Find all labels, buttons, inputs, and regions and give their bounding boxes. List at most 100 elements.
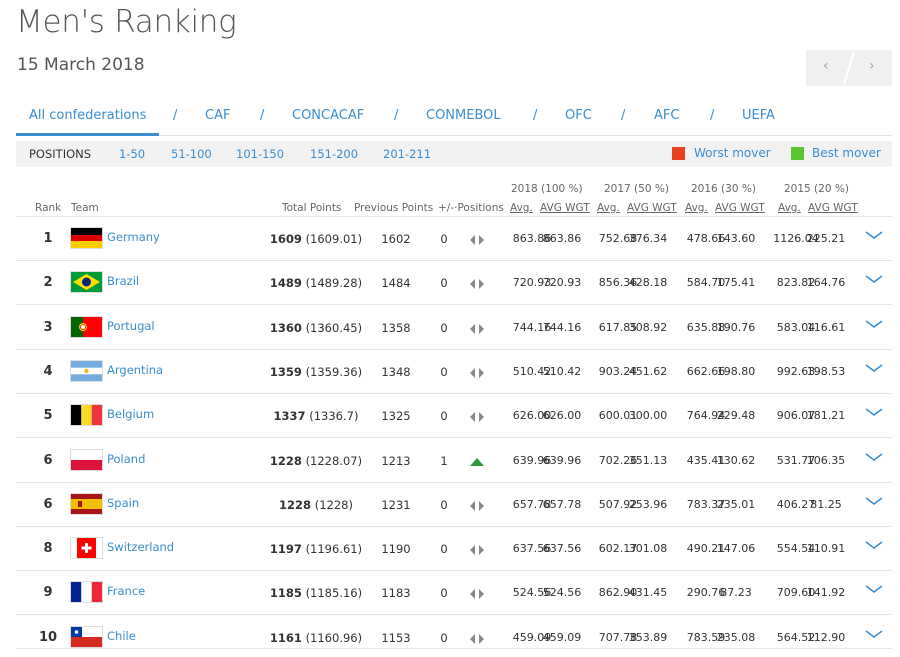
unchanged-icon bbox=[468, 231, 486, 250]
total-points-exact: (1160.96) bbox=[305, 630, 363, 645]
previous-date-button[interactable]: ‹ bbox=[823, 58, 829, 74]
team-link[interactable]: France bbox=[107, 584, 145, 598]
previous-points: 1348 bbox=[381, 364, 411, 379]
expand-row-chevron-down-icon[interactable] bbox=[864, 270, 884, 289]
positions-bar: POSITIONS 1-50 51-100 101-150 151-200 20… bbox=[16, 141, 892, 167]
team-link[interactable]: Brazil bbox=[107, 274, 139, 288]
range-1-50[interactable]: 1-50 bbox=[119, 147, 145, 161]
belgium-flag-icon bbox=[71, 405, 102, 426]
year-value: 116.61 bbox=[806, 320, 846, 334]
worst-mover-swatch bbox=[672, 147, 685, 160]
table-row[interactable]: 6 Spain 1228 (1228) 1231 0 657.78 657.78 507.92… bbox=[16, 483, 892, 527]
table-row[interactable]: 5 Belgium 1337 (1336.7) 1325 0 626.00 626.00 60… bbox=[16, 394, 892, 439]
tab-separator: / bbox=[710, 108, 715, 123]
range-51-100[interactable]: 51-100 bbox=[171, 147, 212, 161]
expand-row-chevron-down-icon[interactable] bbox=[864, 226, 884, 245]
unchanged-icon bbox=[468, 364, 486, 383]
rank-value: 4 bbox=[43, 363, 53, 379]
expand-row-chevron-down-icon[interactable] bbox=[864, 625, 884, 644]
table-row[interactable]: 10 Chile 1161 (1160.96) 1153 0 459.09 459.09 70… bbox=[16, 616, 892, 657]
total-points: 1161 (1160.96) bbox=[256, 631, 376, 645]
table-row[interactable]: 2 Brazil 1489 (1489.28) 1484 0 720.93 720.93 85… bbox=[16, 261, 892, 306]
position-change: 0 bbox=[440, 542, 448, 557]
tab-separator: / bbox=[173, 108, 178, 123]
tab-uefa[interactable]: UEFA bbox=[742, 108, 775, 123]
expand-row-chevron-down-icon[interactable] bbox=[864, 403, 884, 422]
team-link[interactable]: Spain bbox=[107, 496, 139, 510]
year-value: 639.96 bbox=[542, 453, 582, 467]
tab-ofc[interactable]: OFC bbox=[565, 108, 592, 123]
team-link[interactable]: Belgium bbox=[107, 407, 154, 421]
year-value: 198.80 bbox=[716, 364, 756, 378]
tab-afc[interactable]: AFC bbox=[654, 108, 679, 123]
column-header-total-points[interactable]: Total Points bbox=[282, 202, 341, 214]
column-header-2015-avg[interactable]: Avg. bbox=[778, 202, 801, 214]
year-value: 164.76 bbox=[806, 276, 846, 290]
total-points: 1360 (1360.45) bbox=[256, 321, 376, 335]
total-points-exact: (1360.45) bbox=[305, 320, 363, 335]
brazil-flag-icon bbox=[71, 272, 102, 293]
year-value: 190.76 bbox=[716, 320, 756, 334]
total-points-rounded: 1228 bbox=[279, 497, 312, 512]
column-header-2018-avg-wgt[interactable]: AVG WGT bbox=[540, 202, 590, 214]
team-link[interactable]: Argentina bbox=[107, 363, 163, 377]
tab-conmebol[interactable]: CONMEBOL bbox=[426, 108, 501, 123]
table-row[interactable]: 8 Switzerland 1197 (1196.61) 1190 0 637.56 637… bbox=[16, 527, 892, 572]
unchanged-icon bbox=[468, 275, 486, 294]
position-change: 0 bbox=[440, 630, 448, 645]
team-link[interactable]: Portugal bbox=[107, 319, 155, 333]
year-value: 253.96 bbox=[628, 497, 668, 511]
column-header-2016-avg[interactable]: Avg. bbox=[685, 202, 708, 214]
column-header-2017-avg[interactable]: Avg. bbox=[597, 202, 620, 214]
year-value: 235.01 bbox=[716, 497, 756, 511]
range-201-211[interactable]: 201-211 bbox=[383, 147, 431, 161]
year-value: 300.00 bbox=[628, 409, 668, 423]
year-header-2018: 2018 (100 %) bbox=[511, 183, 583, 195]
expand-row-chevron-down-icon[interactable] bbox=[864, 359, 884, 378]
expand-row-chevron-down-icon[interactable] bbox=[864, 492, 884, 511]
year-value: 87.23 bbox=[720, 586, 752, 600]
column-header-2016-avg-wgt[interactable]: AVG WGT bbox=[715, 202, 765, 214]
rank-value: 9 bbox=[43, 585, 53, 601]
range-151-200[interactable]: 151-200 bbox=[310, 147, 358, 161]
total-points-exact: (1196.61) bbox=[305, 542, 363, 557]
ranking-date: 15 March 2018 bbox=[17, 55, 145, 75]
column-header-team[interactable]: Team bbox=[71, 202, 99, 214]
tab-separator: / bbox=[621, 108, 626, 123]
column-header-previous-points[interactable]: Previous Points bbox=[354, 202, 433, 214]
team-link[interactable]: Chile bbox=[107, 629, 136, 643]
team-link[interactable]: Switzerland bbox=[107, 540, 174, 554]
table-row[interactable]: 6 Poland 1228 (1228.07) 1213 1 639.96 639.96 70… bbox=[16, 439, 892, 483]
total-points-rounded: 1489 bbox=[269, 276, 302, 291]
column-header-positions[interactable]: +/-·Positions bbox=[438, 202, 504, 214]
table-row[interactable]: 9 France 1185 (1185.16) 1183 0 524.56 524.56 86… bbox=[16, 571, 892, 616]
column-header-rank[interactable]: Rank bbox=[35, 202, 61, 214]
tab-concacaf[interactable]: CONCACAF bbox=[292, 108, 364, 123]
column-header-2017-avg-wgt[interactable]: AVG WGT bbox=[627, 202, 677, 214]
team-link[interactable]: Poland bbox=[107, 452, 145, 466]
table-row[interactable]: 3 Portugal 1360 (1360.45) 1358 0 744.16 744.16… bbox=[16, 306, 892, 350]
total-points: 1489 (1489.28) bbox=[256, 276, 376, 290]
year-value: 353.89 bbox=[628, 630, 668, 644]
range-101-150[interactable]: 101-150 bbox=[236, 147, 284, 161]
expand-row-chevron-down-icon[interactable] bbox=[864, 580, 884, 599]
expand-row-chevron-down-icon[interactable] bbox=[864, 448, 884, 467]
team-link[interactable]: Germany bbox=[107, 230, 160, 244]
best-mover-link[interactable]: Best mover bbox=[812, 146, 881, 160]
table-row[interactable]: 4 Argentina 1359 (1359.36) 1348 0 510.42 510.4… bbox=[16, 350, 892, 394]
column-header-2018-avg[interactable]: Avg. bbox=[510, 202, 533, 214]
table-row[interactable]: 1 Germany 1609 (1609.01) 1602 0 863.86 863.86 7… bbox=[16, 217, 892, 261]
year-value: 637.56 bbox=[542, 542, 582, 556]
next-date-button[interactable]: › bbox=[869, 58, 875, 74]
position-change: 1 bbox=[440, 453, 448, 468]
expand-row-chevron-down-icon[interactable] bbox=[864, 315, 884, 334]
expand-row-chevron-down-icon[interactable] bbox=[864, 536, 884, 555]
worst-mover-link[interactable]: Worst mover bbox=[694, 146, 771, 160]
tab-caf[interactable]: CAF bbox=[205, 108, 230, 123]
tab-all-confederations[interactable]: All confederations bbox=[16, 108, 160, 136]
total-points-exact: (1359.36) bbox=[305, 364, 363, 379]
tab-separator: / bbox=[533, 108, 538, 123]
column-header-2015-avg-wgt[interactable]: AVG WGT bbox=[808, 202, 858, 214]
position-change: 0 bbox=[440, 320, 448, 335]
year-value: 451.62 bbox=[628, 364, 668, 378]
